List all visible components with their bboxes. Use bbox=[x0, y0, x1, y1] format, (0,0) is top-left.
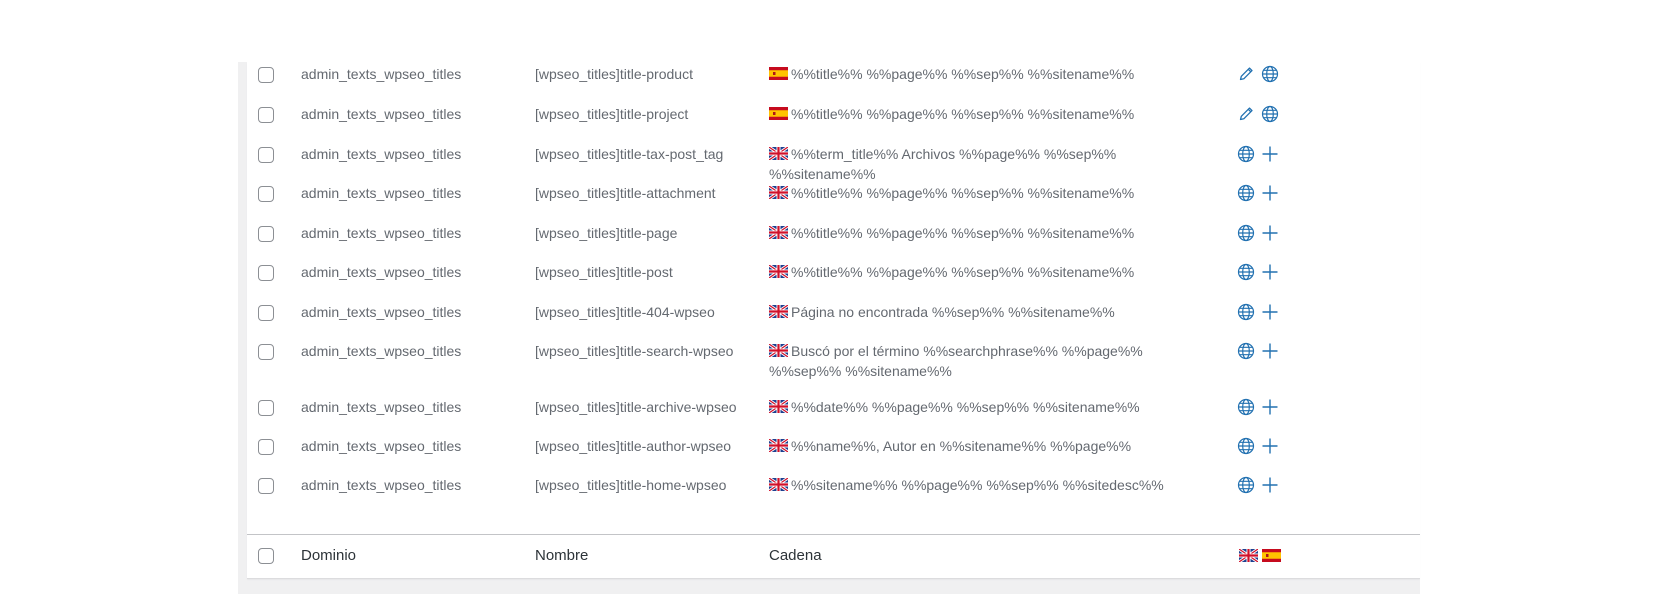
row-string-text[interactable]: %%date%% %%page%% %%sep%% %%sitename%% bbox=[791, 399, 1140, 415]
row-string: %%name%%, Autor en %%sitename%% %%page%% bbox=[769, 436, 1214, 456]
row-string: %%date%% %%page%% %%sep%% %%sitename%% bbox=[769, 397, 1214, 417]
row-string: %%title%% %%page%% %%sep%% %%sitename%% bbox=[769, 104, 1214, 124]
row-string: %%sitename%% %%page%% %%sep%% %%sitedesc… bbox=[769, 475, 1214, 495]
gb-flag-icon bbox=[769, 344, 788, 357]
row-checkbox[interactable] bbox=[258, 147, 274, 163]
globe-icon[interactable] bbox=[1237, 184, 1255, 202]
row-domain: admin_texts_wpseo_titles bbox=[301, 264, 462, 280]
row-name: [wpseo_titles]title-product bbox=[535, 66, 693, 82]
gb-flag-icon bbox=[769, 478, 788, 491]
row-string-text[interactable]: %%name%%, Autor en %%sitename%% %%page%% bbox=[791, 438, 1131, 454]
row-checkbox[interactable] bbox=[258, 305, 274, 321]
plus-icon[interactable] bbox=[1261, 145, 1279, 163]
domain-column-header[interactable]: Dominio bbox=[301, 547, 356, 564]
pencil-icon[interactable] bbox=[1237, 65, 1255, 83]
plus-icon[interactable] bbox=[1261, 184, 1279, 202]
row-string: Página no encontrada %%sep%% %%sitename%… bbox=[769, 302, 1214, 322]
row-domain: admin_texts_wpseo_titles bbox=[301, 343, 462, 359]
gb-flag-icon bbox=[769, 439, 788, 452]
row-checkbox[interactable] bbox=[258, 186, 274, 202]
gb-flag-icon bbox=[769, 186, 788, 199]
table-footer-row: Dominio Nombre Cadena bbox=[247, 534, 1420, 579]
globe-icon[interactable] bbox=[1237, 303, 1255, 321]
globe-icon[interactable] bbox=[1237, 342, 1255, 360]
plus-icon[interactable] bbox=[1261, 398, 1279, 416]
plus-icon[interactable] bbox=[1261, 476, 1279, 494]
row-name: [wpseo_titles]title-archive-wpseo bbox=[535, 399, 737, 415]
row-checkbox[interactable] bbox=[258, 439, 274, 455]
plus-icon[interactable] bbox=[1261, 224, 1279, 242]
globe-icon[interactable] bbox=[1261, 105, 1279, 123]
row-checkbox[interactable] bbox=[258, 107, 274, 123]
globe-icon[interactable] bbox=[1237, 398, 1255, 416]
row-string-text[interactable]: Página no encontrada %%sep%% %%sitename%… bbox=[791, 304, 1115, 320]
row-string-text[interactable]: %%sitename%% %%page%% %%sep%% %%sitedesc… bbox=[791, 477, 1164, 493]
row-domain: admin_texts_wpseo_titles bbox=[301, 304, 462, 320]
row-string: Buscó por el término %%searchphrase%% %%… bbox=[769, 341, 1214, 381]
strings-table: admin_texts_wpseo_titles [wpseo_titles]ti… bbox=[247, 62, 1420, 579]
row-name: [wpseo_titles]title-attachment bbox=[535, 185, 716, 201]
row-domain: admin_texts_wpseo_titles bbox=[301, 399, 462, 415]
es-flag-icon bbox=[769, 67, 788, 80]
plus-icon[interactable] bbox=[1261, 263, 1279, 281]
row-domain: admin_texts_wpseo_titles bbox=[301, 185, 462, 201]
row-checkbox[interactable] bbox=[258, 400, 274, 416]
gb-flag-icon bbox=[769, 305, 788, 318]
name-column-header[interactable]: Nombre bbox=[535, 547, 588, 564]
es-flag-icon bbox=[1262, 549, 1281, 562]
row-checkbox[interactable] bbox=[258, 67, 274, 83]
row-name: [wpseo_titles]title-tax-post_tag bbox=[535, 146, 724, 162]
row-domain: admin_texts_wpseo_titles bbox=[301, 225, 462, 241]
row-string: %%title%% %%page%% %%sep%% %%sitename%% bbox=[769, 64, 1214, 84]
globe-icon[interactable] bbox=[1237, 224, 1255, 242]
gb-flag-icon bbox=[1239, 549, 1258, 562]
gb-flag-icon bbox=[769, 400, 788, 413]
gb-flag-icon bbox=[769, 226, 788, 239]
string-column-header[interactable]: Cadena bbox=[769, 547, 822, 564]
row-string: %%title%% %%page%% %%sep%% %%sitename%% bbox=[769, 183, 1214, 203]
row-string: %%term_title%% Archivos %%page%% %%sep%%… bbox=[769, 144, 1214, 184]
globe-icon[interactable] bbox=[1261, 65, 1279, 83]
row-domain: admin_texts_wpseo_titles bbox=[301, 106, 462, 122]
gb-flag-icon bbox=[769, 265, 788, 278]
row-checkbox[interactable] bbox=[258, 344, 274, 360]
row-domain: admin_texts_wpseo_titles bbox=[301, 477, 462, 493]
row-string-text[interactable]: %%title%% %%page%% %%sep%% %%sitename%% bbox=[791, 225, 1134, 241]
row-domain: admin_texts_wpseo_titles bbox=[301, 438, 462, 454]
row-string-text[interactable]: Buscó por el término %%searchphrase%% %%… bbox=[769, 343, 1143, 379]
row-name: [wpseo_titles]title-page bbox=[535, 225, 678, 241]
row-string-text[interactable]: %%title%% %%page%% %%sep%% %%sitename%% bbox=[791, 66, 1134, 82]
globe-icon[interactable] bbox=[1237, 145, 1255, 163]
row-string: %%title%% %%page%% %%sep%% %%sitename%% bbox=[769, 262, 1214, 282]
row-checkbox[interactable] bbox=[258, 226, 274, 242]
row-name: [wpseo_titles]title-project bbox=[535, 106, 689, 122]
es-flag-icon bbox=[769, 107, 788, 120]
globe-icon[interactable] bbox=[1237, 263, 1255, 281]
row-name: [wpseo_titles]title-author-wpseo bbox=[535, 438, 732, 454]
row-domain: admin_texts_wpseo_titles bbox=[301, 146, 462, 162]
row-name: [wpseo_titles]title-search-wpseo bbox=[535, 343, 734, 359]
language-flags bbox=[1239, 548, 1285, 566]
plus-icon[interactable] bbox=[1261, 303, 1279, 321]
globe-icon[interactable] bbox=[1237, 437, 1255, 455]
row-name: [wpseo_titles]title-post bbox=[535, 264, 673, 280]
row-domain: admin_texts_wpseo_titles bbox=[301, 66, 462, 82]
pencil-icon[interactable] bbox=[1237, 105, 1255, 123]
globe-icon[interactable] bbox=[1237, 476, 1255, 494]
row-name: [wpseo_titles]title-home-wpseo bbox=[535, 477, 727, 493]
plus-icon[interactable] bbox=[1261, 437, 1279, 455]
row-checkbox[interactable] bbox=[258, 478, 274, 494]
row-string: %%title%% %%page%% %%sep%% %%sitename%% bbox=[769, 223, 1214, 243]
row-string-text[interactable]: %%title%% %%page%% %%sep%% %%sitename%% bbox=[791, 185, 1134, 201]
row-string-text[interactable]: %%title%% %%page%% %%sep%% %%sitename%% bbox=[791, 106, 1134, 122]
select-all-checkbox[interactable] bbox=[258, 548, 274, 564]
row-name: [wpseo_titles]title-404-wpseo bbox=[535, 304, 715, 320]
row-string-text[interactable]: %%title%% %%page%% %%sep%% %%sitename%% bbox=[791, 264, 1134, 280]
row-string-text[interactable]: %%term_title%% Archivos %%page%% %%sep%%… bbox=[769, 146, 1116, 182]
plus-icon[interactable] bbox=[1261, 342, 1279, 360]
gb-flag-icon bbox=[769, 147, 788, 160]
row-checkbox[interactable] bbox=[258, 265, 274, 281]
